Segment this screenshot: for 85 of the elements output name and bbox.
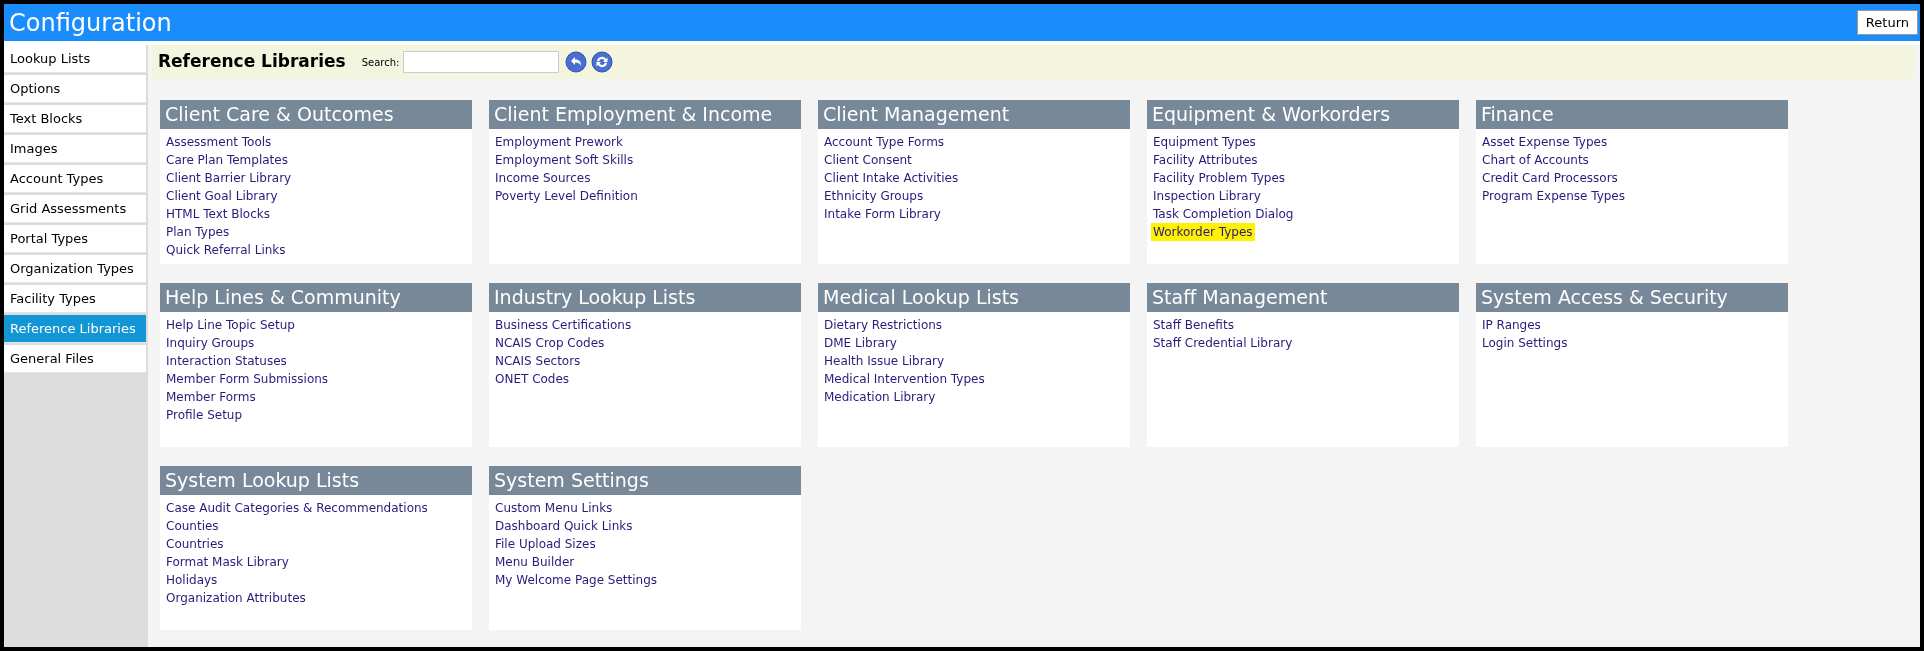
section-header: Help Lines & Community <box>160 283 472 312</box>
section-header: System Lookup Lists <box>160 466 472 495</box>
section-header: Client Management <box>818 100 1130 129</box>
library-link[interactable]: IP Ranges <box>1482 316 1541 334</box>
library-link[interactable]: File Upload Sizes <box>495 535 596 553</box>
library-link[interactable]: Countries <box>166 535 224 553</box>
library-link[interactable]: Client Barrier Library <box>166 169 292 187</box>
library-link[interactable]: ONET Codes <box>495 370 570 388</box>
library-link[interactable]: Program Expense Types <box>1482 187 1625 205</box>
library-link[interactable]: Counties <box>166 517 219 535</box>
library-link[interactable]: Care Plan Templates <box>166 151 288 169</box>
section-header: System Settings <box>489 466 801 495</box>
library-link[interactable]: Employment Prework <box>495 133 623 151</box>
library-link[interactable]: Case Audit Categories & Recommendations <box>166 499 428 517</box>
sidebar-item[interactable]: Portal Types <box>4 225 146 253</box>
library-link[interactable]: Dietary Restrictions <box>824 316 943 334</box>
search-field[interactable] <box>403 51 560 73</box>
library-link[interactable]: Income Sources <box>495 169 591 187</box>
sidebar-item[interactable]: Facility Types <box>4 285 146 313</box>
library-link[interactable]: Task Completion Dialog <box>1153 205 1294 223</box>
library-link[interactable]: Inquiry Groups <box>166 334 255 352</box>
section-header: Equipment & Workorders <box>1147 100 1459 129</box>
library-link[interactable]: Assessment Tools <box>166 133 272 151</box>
library-link[interactable]: Workorder Types <box>1151 223 1255 241</box>
library-link[interactable]: Client Consent <box>824 151 912 169</box>
section-header: Client Care & Outcomes <box>160 100 472 129</box>
sidebar-item[interactable]: Account Types <box>4 165 146 193</box>
library-link[interactable]: Staff Benefits <box>1153 316 1234 334</box>
window-title: Configuration <box>9 10 172 35</box>
refresh-icon[interactable] <box>591 51 614 73</box>
section-header: Medical Lookup Lists <box>818 283 1130 312</box>
library-link[interactable]: Client Goal Library <box>166 187 278 205</box>
section-header: System Access & Security <box>1476 283 1788 312</box>
library-link[interactable]: NCAIS Sectors <box>495 352 581 370</box>
sidebar-item[interactable]: General Files <box>4 345 146 373</box>
section-header: Client Employment & Income <box>489 100 801 129</box>
library-link[interactable]: Asset Expense Types <box>1482 133 1608 151</box>
page-title: Reference Libraries <box>158 50 346 74</box>
sidebar-item[interactable]: Lookup Lists <box>4 45 146 73</box>
library-link[interactable]: Member Form Submissions <box>166 370 329 388</box>
sidebar-item[interactable]: Organization Types <box>4 255 146 283</box>
return-button[interactable]: Return <box>1856 10 1918 35</box>
library-link[interactable]: Business Certifications <box>495 316 632 334</box>
library-link[interactable]: My Welcome Page Settings <box>495 571 658 589</box>
search-label: Search: <box>361 55 400 70</box>
library-link[interactable]: Facility Attributes <box>1153 151 1258 169</box>
library-link[interactable]: Plan Types <box>166 223 230 241</box>
library-link[interactable]: Poverty Level Definition <box>495 187 638 205</box>
library-link[interactable]: DME Library <box>824 334 897 352</box>
library-link[interactable]: Holidays <box>166 571 218 589</box>
section-header: Finance <box>1476 100 1788 129</box>
library-link[interactable]: Health Issue Library <box>824 352 945 370</box>
library-link[interactable]: Interaction Statuses <box>166 352 287 370</box>
library-link[interactable]: Medical Intervention Types <box>824 370 985 388</box>
section-header: Industry Lookup Lists <box>489 283 801 312</box>
library-link[interactable]: Facility Problem Types <box>1153 169 1286 187</box>
library-link[interactable]: NCAIS Crop Codes <box>495 334 605 352</box>
back-icon[interactable] <box>565 51 588 73</box>
library-link[interactable]: Employment Soft Skills <box>495 151 634 169</box>
library-link[interactable]: Custom Menu Links <box>495 499 613 517</box>
sidebar-item[interactable]: Images <box>4 135 146 163</box>
library-link[interactable]: Client Intake Activities <box>824 169 959 187</box>
library-link[interactable]: Menu Builder <box>495 553 575 571</box>
library-link[interactable]: Medication Library <box>824 388 936 406</box>
library-link[interactable]: Dashboard Quick Links <box>495 517 633 535</box>
library-link[interactable]: Login Settings <box>1482 334 1568 352</box>
library-link[interactable]: Chart of Accounts <box>1482 151 1589 169</box>
library-link[interactable]: Equipment Types <box>1153 133 1256 151</box>
section-header: Staff Management <box>1147 283 1459 312</box>
library-link[interactable]: Inspection Library <box>1153 187 1261 205</box>
library-link[interactable]: Staff Credential Library <box>1153 334 1293 352</box>
library-link[interactable]: Profile Setup <box>166 406 243 424</box>
library-link[interactable]: Ethnicity Groups <box>824 187 924 205</box>
library-link[interactable]: Format Mask Library <box>166 553 289 571</box>
library-link[interactable]: Help Line Topic Setup <box>166 316 295 334</box>
library-link[interactable]: Organization Attributes <box>166 589 306 607</box>
library-link[interactable]: Quick Referral Links <box>166 241 286 259</box>
library-link[interactable]: Member Forms <box>166 388 256 406</box>
sidebar-item[interactable]: Grid Assessments <box>4 195 146 223</box>
sidebar-item[interactable]: Text Blocks <box>4 105 146 133</box>
library-link[interactable]: Intake Form Library <box>824 205 941 223</box>
sidebar-item[interactable]: Options <box>4 75 146 103</box>
library-link[interactable]: Credit Card Processors <box>1482 169 1618 187</box>
library-link[interactable]: HTML Text Blocks <box>166 205 270 223</box>
library-link[interactable]: Account Type Forms <box>824 133 945 151</box>
